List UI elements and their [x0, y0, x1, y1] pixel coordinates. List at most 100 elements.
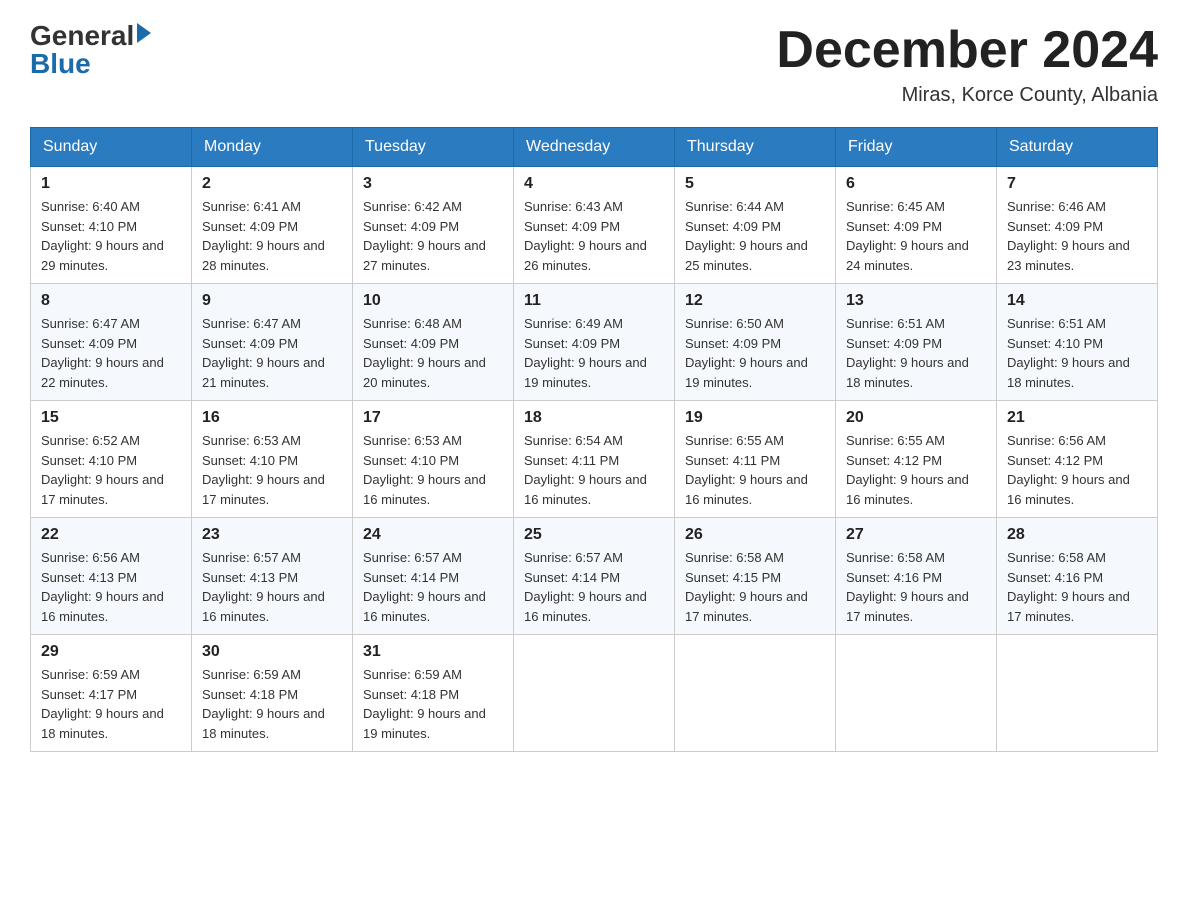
day-number: 22	[41, 526, 181, 544]
table-row	[675, 635, 836, 752]
calendar-header-row: Sunday Monday Tuesday Wednesday Thursday…	[31, 128, 1158, 167]
table-row: 17 Sunrise: 6:53 AMSunset: 4:10 PMDayligh…	[353, 401, 514, 518]
day-number: 3	[363, 175, 503, 193]
day-info: Sunrise: 6:48 AMSunset: 4:09 PMDaylight:…	[363, 314, 503, 392]
logo: General Blue	[30, 20, 151, 80]
table-row: 29 Sunrise: 6:59 AMSunset: 4:17 PMDayligh…	[31, 635, 192, 752]
table-row	[514, 635, 675, 752]
col-header-sunday: Sunday	[31, 128, 192, 167]
title-section: December 2024 Miras, Korce County, Alban…	[776, 20, 1158, 107]
logo-blue-text: Blue	[30, 48, 151, 80]
table-row: 27 Sunrise: 6:58 AMSunset: 4:16 PMDayligh…	[836, 518, 997, 635]
calendar-week-1: 1 Sunrise: 6:40 AMSunset: 4:10 PMDaylight…	[31, 167, 1158, 284]
table-row: 18Sunrise: 6:54 AMSunset: 4:11 PMDayligh…	[514, 401, 675, 518]
day-number: 23	[202, 526, 342, 544]
table-row: 2Sunrise: 6:41 AMSunset: 4:09 PMDaylight…	[192, 167, 353, 284]
table-row: 26 Sunrise: 6:58 AMSunset: 4:15 PMDayligh…	[675, 518, 836, 635]
day-info: Sunrise: 6:58 AMSunset: 4:16 PMDaylight:…	[1007, 548, 1147, 626]
day-number: 24	[363, 526, 503, 544]
calendar-week-4: 22 Sunrise: 6:56 AMSunset: 4:13 PMDayligh…	[31, 518, 1158, 635]
logo-triangle-icon	[137, 23, 151, 43]
day-info: Sunrise: 6:53 AMSunset: 4:10 PMDaylight:…	[202, 431, 342, 509]
table-row: 16 Sunrise: 6:53 AMSunset: 4:10 PMDayligh…	[192, 401, 353, 518]
day-number: 5	[685, 175, 825, 193]
day-info: Sunrise: 6:58 AMSunset: 4:16 PMDaylight:…	[846, 548, 986, 626]
table-row: 13Sunrise: 6:51 AMSunset: 4:09 PMDayligh…	[836, 284, 997, 401]
day-number: 6	[846, 175, 986, 193]
day-info: Sunrise: 6:53 AMSunset: 4:10 PMDaylight:…	[363, 431, 503, 509]
table-row: 1 Sunrise: 6:40 AMSunset: 4:10 PMDaylight…	[31, 167, 192, 284]
table-row: 6Sunrise: 6:45 AMSunset: 4:09 PMDaylight…	[836, 167, 997, 284]
day-info: Sunrise: 6:41 AMSunset: 4:09 PMDaylight:…	[202, 197, 342, 275]
day-info: Sunrise: 6:57 AMSunset: 4:13 PMDaylight:…	[202, 548, 342, 626]
day-info: Sunrise: 6:44 AMSunset: 4:09 PMDaylight:…	[685, 197, 825, 275]
table-row: 10 Sunrise: 6:48 AMSunset: 4:09 PMDayligh…	[353, 284, 514, 401]
day-info: Sunrise: 6:40 AMSunset: 4:10 PMDaylight:…	[41, 197, 181, 275]
day-info: Sunrise: 6:57 AMSunset: 4:14 PMDaylight:…	[524, 548, 664, 626]
day-number: 21	[1007, 409, 1147, 427]
day-number: 16	[202, 409, 342, 427]
month-title: December 2024	[776, 20, 1158, 80]
location-subtitle: Miras, Korce County, Albania	[776, 84, 1158, 107]
day-info: Sunrise: 6:42 AMSunset: 4:09 PMDaylight:…	[363, 197, 503, 275]
day-info: Sunrise: 6:50 AMSunset: 4:09 PMDaylight:…	[685, 314, 825, 392]
day-number: 19	[685, 409, 825, 427]
day-info: Sunrise: 6:49 AMSunset: 4:09 PMDaylight:…	[524, 314, 664, 392]
table-row: 11 Sunrise: 6:49 AMSunset: 4:09 PMDayligh…	[514, 284, 675, 401]
table-row: 5 Sunrise: 6:44 AMSunset: 4:09 PMDaylight…	[675, 167, 836, 284]
day-info: Sunrise: 6:47 AMSunset: 4:09 PMDaylight:…	[41, 314, 181, 392]
day-number: 20	[846, 409, 986, 427]
day-number: 29	[41, 643, 181, 661]
day-number: 13	[846, 292, 986, 310]
table-row: 21 Sunrise: 6:56 AMSunset: 4:12 PMDayligh…	[997, 401, 1158, 518]
day-info: Sunrise: 6:51 AMSunset: 4:10 PMDaylight:…	[1007, 314, 1147, 392]
table-row	[836, 635, 997, 752]
day-info: Sunrise: 6:57 AMSunset: 4:14 PMDaylight:…	[363, 548, 503, 626]
table-row: 31Sunrise: 6:59 AMSunset: 4:18 PMDayligh…	[353, 635, 514, 752]
calendar-table: Sunday Monday Tuesday Wednesday Thursday…	[30, 127, 1158, 752]
day-info: Sunrise: 6:55 AMSunset: 4:12 PMDaylight:…	[846, 431, 986, 509]
day-info: Sunrise: 6:47 AMSunset: 4:09 PMDaylight:…	[202, 314, 342, 392]
day-info: Sunrise: 6:55 AMSunset: 4:11 PMDaylight:…	[685, 431, 825, 509]
logo-general-text: General	[30, 20, 151, 51]
day-info: Sunrise: 6:59 AMSunset: 4:18 PMDaylight:…	[363, 665, 503, 743]
day-number: 28	[1007, 526, 1147, 544]
table-row: 14Sunrise: 6:51 AMSunset: 4:10 PMDayligh…	[997, 284, 1158, 401]
day-number: 11	[524, 292, 664, 310]
calendar-week-2: 8 Sunrise: 6:47 AMSunset: 4:09 PMDaylight…	[31, 284, 1158, 401]
day-info: Sunrise: 6:56 AMSunset: 4:12 PMDaylight:…	[1007, 431, 1147, 509]
col-header-tuesday: Tuesday	[353, 128, 514, 167]
table-row	[997, 635, 1158, 752]
table-row: 7 Sunrise: 6:46 AMSunset: 4:09 PMDaylight…	[997, 167, 1158, 284]
day-number: 26	[685, 526, 825, 544]
day-number: 25	[524, 526, 664, 544]
day-info: Sunrise: 6:58 AMSunset: 4:15 PMDaylight:…	[685, 548, 825, 626]
table-row: 3 Sunrise: 6:42 AMSunset: 4:09 PMDaylight…	[353, 167, 514, 284]
table-row: 22 Sunrise: 6:56 AMSunset: 4:13 PMDayligh…	[31, 518, 192, 635]
calendar-week-3: 15Sunrise: 6:52 AMSunset: 4:10 PMDayligh…	[31, 401, 1158, 518]
day-number: 30	[202, 643, 342, 661]
calendar-week-5: 29 Sunrise: 6:59 AMSunset: 4:17 PMDayligh…	[31, 635, 1158, 752]
day-number: 8	[41, 292, 181, 310]
day-number: 12	[685, 292, 825, 310]
day-info: Sunrise: 6:46 AMSunset: 4:09 PMDaylight:…	[1007, 197, 1147, 275]
page-header: General Blue December 2024 Miras, Korce …	[30, 20, 1158, 107]
day-info: Sunrise: 6:59 AMSunset: 4:18 PMDaylight:…	[202, 665, 342, 743]
table-row: 30 Sunrise: 6:59 AMSunset: 4:18 PMDayligh…	[192, 635, 353, 752]
day-number: 27	[846, 526, 986, 544]
table-row: 9 Sunrise: 6:47 AMSunset: 4:09 PMDaylight…	[192, 284, 353, 401]
day-number: 9	[202, 292, 342, 310]
table-row: 25 Sunrise: 6:57 AMSunset: 4:14 PMDayligh…	[514, 518, 675, 635]
table-row: 24 Sunrise: 6:57 AMSunset: 4:14 PMDayligh…	[353, 518, 514, 635]
day-number: 18	[524, 409, 664, 427]
col-header-saturday: Saturday	[997, 128, 1158, 167]
day-number: 17	[363, 409, 503, 427]
day-info: Sunrise: 6:59 AMSunset: 4:17 PMDaylight:…	[41, 665, 181, 743]
table-row: 15Sunrise: 6:52 AMSunset: 4:10 PMDayligh…	[31, 401, 192, 518]
day-number: 10	[363, 292, 503, 310]
day-info: Sunrise: 6:52 AMSunset: 4:10 PMDaylight:…	[41, 431, 181, 509]
day-number: 1	[41, 175, 181, 193]
day-number: 7	[1007, 175, 1147, 193]
day-info: Sunrise: 6:56 AMSunset: 4:13 PMDaylight:…	[41, 548, 181, 626]
table-row: 4Sunrise: 6:43 AMSunset: 4:09 PMDaylight…	[514, 167, 675, 284]
